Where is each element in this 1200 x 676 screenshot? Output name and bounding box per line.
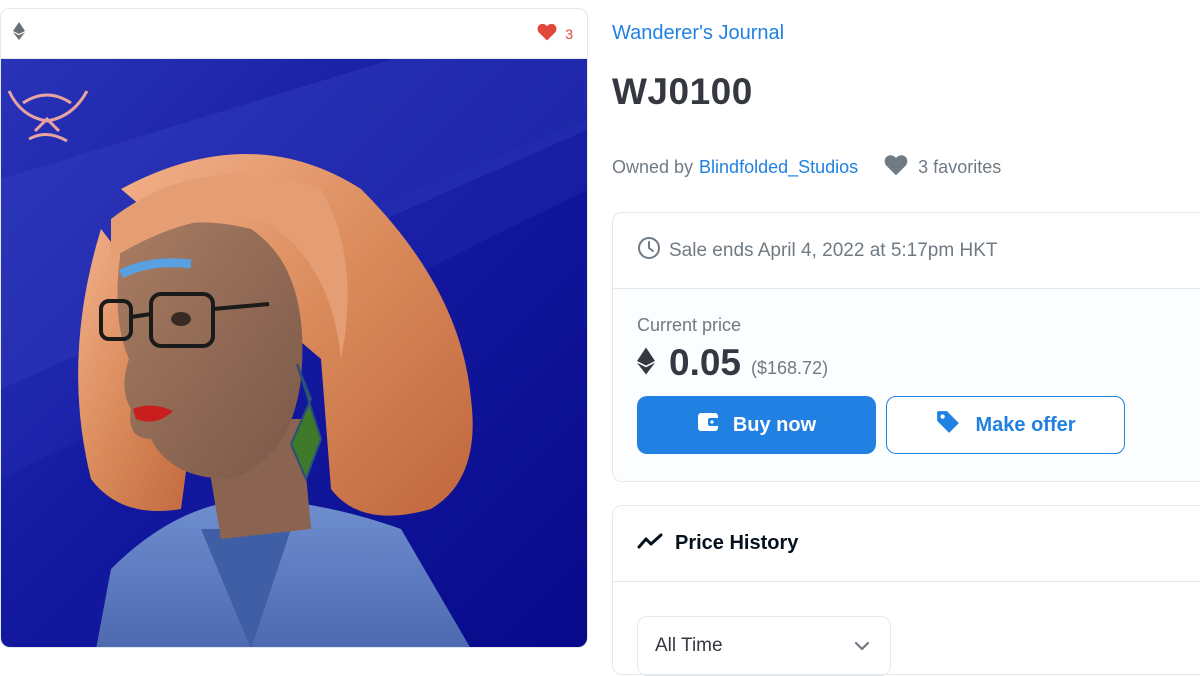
price-history-panel: Price History All Time — [612, 505, 1200, 676]
make-offer-label: Make offer — [975, 413, 1076, 436]
make-offer-button[interactable]: Make offer — [886, 396, 1125, 454]
buy-now-button[interactable]: Buy now — [637, 396, 876, 454]
clock-icon — [637, 236, 661, 266]
time-range-select[interactable]: All Time — [637, 616, 891, 676]
time-range-value: All Time — [655, 635, 723, 656]
owned-by-label: Owned by — [612, 157, 694, 177]
ethereum-icon — [13, 22, 25, 45]
wallet-icon — [697, 412, 719, 438]
heart-icon — [537, 23, 557, 44]
ethereum-icon — [637, 347, 655, 380]
item-title: WJ0100 — [612, 71, 753, 112]
nft-image[interactable] — [1, 59, 587, 647]
collection-link[interactable]: Wanderer's Journal — [612, 22, 784, 45]
trade-panel: Sale ends April 4, 2022 at 5:17pm HKT Cu… — [612, 212, 1200, 482]
favorite-count: 3 — [565, 25, 573, 42]
price-value: 0.05 — [669, 342, 742, 383]
action-buttons: Buy now Make offer — [637, 396, 1200, 454]
favorite-toggle[interactable]: 3 — [537, 23, 573, 44]
tag-icon — [935, 409, 961, 441]
trend-icon — [637, 532, 663, 556]
current-price-label: Current price — [637, 315, 742, 335]
owner-link[interactable]: Blindfolded_Studios — [699, 157, 858, 178]
nft-card: 3 — [0, 8, 588, 648]
buy-now-label: Buy now — [732, 413, 817, 436]
price-section: Current price 0.05 ($168.72) Buy now Mak… — [613, 289, 1200, 481]
chevron-down-icon — [854, 635, 870, 657]
owner-row: Owned by Blindfolded_Studios 3 favorites — [612, 154, 1001, 181]
price-history-header[interactable]: Price History — [613, 506, 1200, 582]
price-usd: ($168.72) — [751, 357, 829, 378]
heart-icon — [884, 154, 908, 181]
sale-ends-text: Sale ends April 4, 2022 at 5:17pm HKT — [669, 239, 998, 261]
favorites-count-label: 3 favorites — [918, 157, 1002, 177]
sale-ends-row: Sale ends April 4, 2022 at 5:17pm HKT — [613, 213, 1200, 289]
card-header: 3 — [1, 9, 587, 59]
favorites-info: 3 favorites — [884, 154, 1001, 181]
price-line: 0.05 ($168.72) — [637, 342, 1200, 384]
price-history-title: Price History — [675, 532, 799, 554]
